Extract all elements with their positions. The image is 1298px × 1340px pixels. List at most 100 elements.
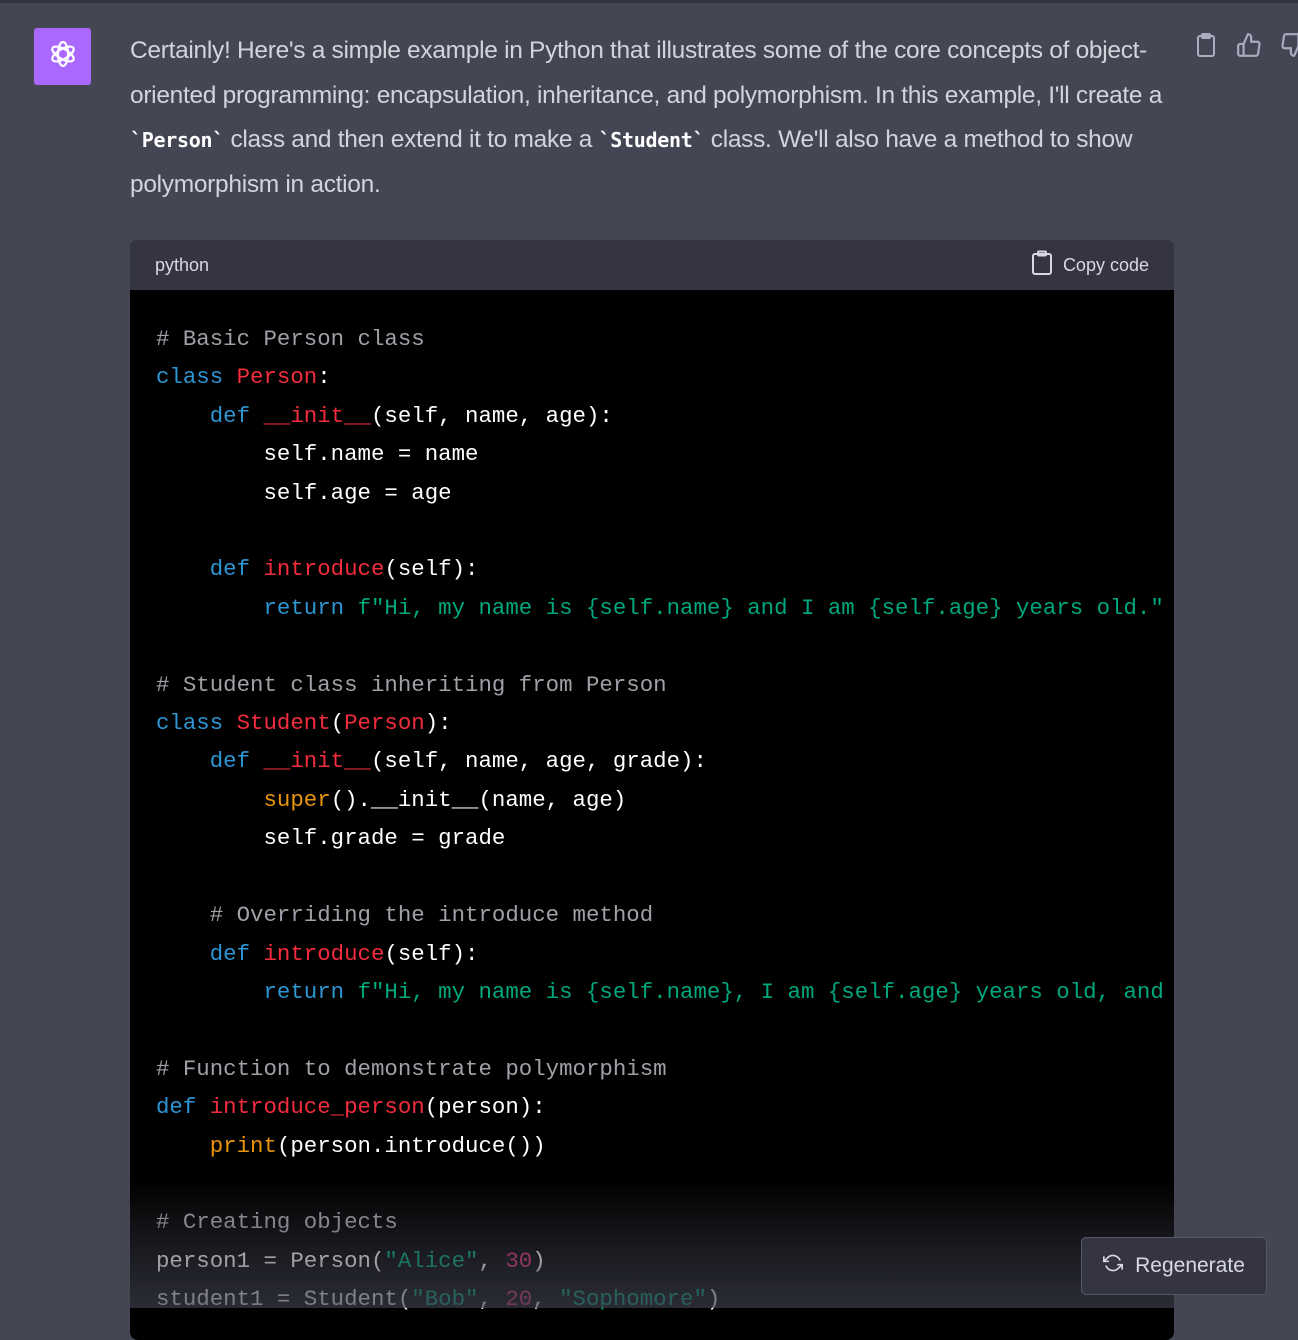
inline-code: `Student` <box>598 128 705 153</box>
code-text: ( <box>330 710 345 737</box>
message-text: Certainly! Here's a simple example in Py… <box>130 37 1163 109</box>
code-line: person1 = Person("Alice", 30) <box>156 1242 1174 1280</box>
code-keyword: return <box>263 594 358 621</box>
code-line: class Person: <box>156 358 1174 396</box>
code-line: # Student class inheriting from Person <box>156 666 1174 704</box>
code-builtin: print <box>209 1132 277 1159</box>
code-keyword: def <box>156 1094 210 1121</box>
code-line: def __init__(self, name, age): <box>156 397 1174 435</box>
code-line: print(person.introduce()) <box>156 1127 1174 1165</box>
copy-message-icon[interactable] <box>1194 32 1218 63</box>
code-line: def introduce(self): <box>156 935 1174 973</box>
code-keyword: def <box>209 402 264 429</box>
code-text: self.name = name <box>156 441 479 468</box>
code-number: 20 <box>505 1286 533 1313</box>
code-string: "Bob" <box>411 1286 479 1313</box>
code-comment: # Overriding the introduce method <box>156 902 654 929</box>
message-actions <box>1194 32 1298 63</box>
code-line: return f"Hi, my name is {self.name}, I a… <box>156 973 1174 1011</box>
clipboard-icon <box>1031 250 1053 281</box>
code-text: (self): <box>384 556 479 583</box>
code-keyword: def <box>209 748 264 775</box>
code-text: (self, name, age): <box>371 402 613 429</box>
code-string: f"Hi, my name is {self.name}, I am {self… <box>357 978 1164 1005</box>
code-title: introduce <box>263 940 385 967</box>
code-title: Person <box>236 364 318 391</box>
code-keyword: def <box>209 940 264 967</box>
top-border <box>0 0 1298 3</box>
assistant-avatar <box>34 28 91 85</box>
code-text: (self, name, age, grade): <box>371 748 707 775</box>
code-comment: # Creating objects <box>156 1209 398 1236</box>
copy-code-label: Copy code <box>1062 254 1149 275</box>
code-text: self.grade = grade <box>156 825 506 852</box>
code-title: introduce <box>263 556 385 583</box>
code-line: return f"Hi, my name is {self.name} and … <box>156 589 1174 627</box>
code-language: python <box>155 254 210 275</box>
inline-code: `Person` <box>130 128 224 153</box>
regenerate-label: Regenerate <box>1135 1254 1245 1277</box>
code-text: ) <box>706 1286 721 1313</box>
code-line: def introduce(self): <box>156 550 1174 588</box>
code-text: (person): <box>424 1094 546 1121</box>
code-line: self.name = name <box>156 435 1174 473</box>
code-comment: # Student class inheriting from Person <box>156 671 667 698</box>
copy-code-button[interactable]: Copy code <box>1031 250 1149 281</box>
code-title: Student <box>236 710 331 737</box>
code-line: # Creating objects <box>156 1203 1174 1241</box>
code-block-header: python Copy code <box>130 240 1174 290</box>
code-line: # Basic Person class <box>156 320 1174 358</box>
thumbs-up-icon[interactable] <box>1236 32 1262 63</box>
code-text: (self): <box>384 940 479 967</box>
code-keyword: class <box>156 710 237 737</box>
code-keyword: def <box>209 556 264 583</box>
code-line: # Overriding the introduce method <box>156 896 1174 934</box>
code-text: self.age = age <box>156 479 452 506</box>
code-line: self.age = age <box>156 474 1174 512</box>
thumbs-down-icon[interactable] <box>1280 32 1298 63</box>
code-title: __init__ <box>263 402 372 429</box>
code-line: super().__init__(name, age) <box>156 781 1174 819</box>
code-string: f"Hi, my name is {self.name} and I am {s… <box>357 594 1164 621</box>
assistant-message: Certainly! Here's a simple example in Py… <box>130 29 1180 207</box>
code-text: ): <box>424 710 452 737</box>
openai-logo-icon <box>46 37 80 76</box>
code-title: __init__ <box>263 748 372 775</box>
code-text: person1 = Person( <box>156 1247 385 1274</box>
code-block: python Copy code # Basic Person class cla… <box>130 240 1174 1340</box>
regenerate-button[interactable]: Regenerate <box>1081 1237 1267 1295</box>
code-title: Person <box>344 710 425 737</box>
code-text: ) <box>532 1247 546 1274</box>
code-keyword: return <box>263 978 358 1005</box>
code-text: , <box>478 1286 506 1313</box>
code-text: , <box>532 1286 560 1313</box>
code-builtin: super <box>263 786 331 813</box>
code-string: "Sophomore" <box>559 1286 707 1313</box>
code-text: student1 = Student( <box>156 1286 412 1313</box>
code-title: introduce_person <box>209 1094 425 1121</box>
code-line: student1 = Student("Bob", 20, "Sophomore… <box>156 1280 1174 1318</box>
code-line: # Function to demonstrate polymorphism <box>156 1050 1174 1088</box>
code-text: (person.introduce()) <box>276 1132 546 1159</box>
code-comment: # Function to demonstrate polymorphism <box>156 1055 667 1082</box>
code-text: ().__init__(name, age) <box>330 786 627 813</box>
code-line: class Student(Person): <box>156 704 1174 742</box>
code-line: self.grade = grade <box>156 819 1174 857</box>
code-keyword: class <box>156 364 237 391</box>
code-text: : <box>317 364 331 391</box>
code-comment: # Basic Person class <box>156 326 425 352</box>
refresh-icon <box>1103 1253 1124 1279</box>
code-number: 30 <box>505 1247 533 1274</box>
